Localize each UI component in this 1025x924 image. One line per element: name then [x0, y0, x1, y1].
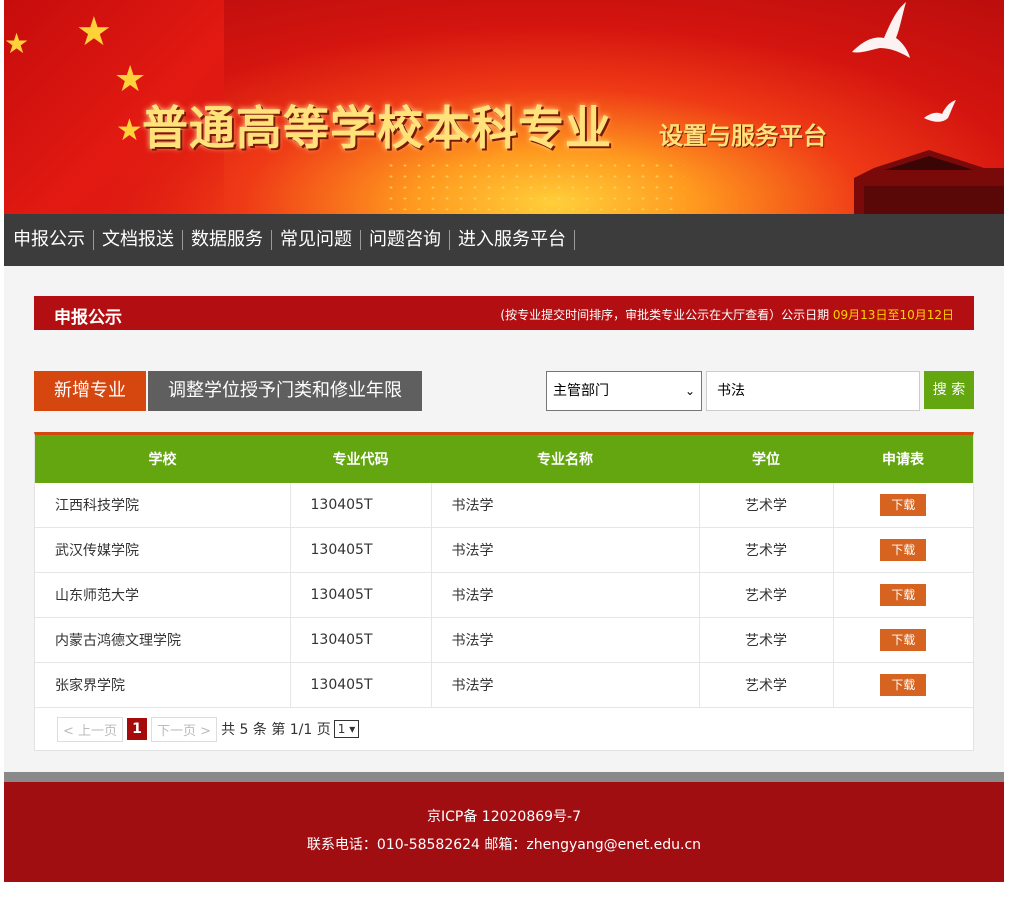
table-header-row: 学校 专业代码 专业名称 学位 申请表 [35, 435, 973, 483]
cell-school: 山东师范大学 [35, 572, 291, 618]
cell-degree: 艺术学 [699, 662, 834, 708]
cell-degree: 艺术学 [699, 483, 834, 528]
dove-icon [852, 2, 910, 58]
prev-page-button[interactable]: < 上一页 [57, 716, 124, 742]
cell-name: 书法学 [431, 572, 700, 618]
nav-item-announcement[interactable]: 申报公示 [4, 230, 94, 250]
page-select-value: 1 [337, 722, 346, 736]
cell-code: 130405T [290, 527, 432, 573]
star-icon: ★ [116, 113, 143, 148]
section-note-text: (按专业提交时间排序，审批类专业公示在大厅查看）公示日期 [500, 308, 833, 322]
cell-degree: 艺术学 [699, 527, 834, 573]
star-icon: ★ [4, 27, 30, 60]
chevron-down-icon: ⌄ [684, 384, 695, 398]
column-header-degree: 学位 [699, 435, 833, 483]
banner-subtitle: 设置与服务平台 [659, 122, 827, 150]
nav-item-faq[interactable]: 常见问题 [272, 230, 361, 250]
download-button[interactable]: 下载 [880, 584, 927, 606]
main-content: 申报公示 (按专业提交时间排序，审批类专业公示在大厅查看）公示日期 09月13日… [4, 266, 1004, 772]
section-title: 申报公示 [54, 308, 122, 328]
cell-school: 内蒙古鸿德文理学院 [35, 617, 291, 663]
main-nav: 申报公示 文档报送 数据服务 常见问题 问题咨询 进入服务平台 [4, 214, 1004, 266]
table-row: 内蒙古鸿德文理学院 130405T 书法学 艺术学 下载 [35, 617, 973, 663]
nav-item-data-service[interactable]: 数据服务 [183, 230, 272, 250]
next-page-button[interactable]: 下一页 > [151, 716, 218, 742]
section-header: 申报公示 (按专业提交时间排序，审批类专业公示在大厅查看）公示日期 09月13日… [34, 296, 974, 330]
cell-school: 武汉传媒学院 [35, 527, 291, 573]
download-button[interactable]: 下载 [880, 629, 927, 651]
table-row: 武汉传媒学院 130405T 书法学 艺术学 下载 [35, 527, 973, 573]
nav-item-document-submit[interactable]: 文档报送 [94, 230, 183, 250]
footer: 京ICP备 12020869号-7 联系电话：010-58582624 邮箱：z… [4, 782, 1004, 882]
current-page[interactable]: 1 [127, 718, 148, 740]
nav-item-service-platform[interactable]: 进入服务平台 [450, 230, 575, 250]
cell-name: 书法学 [431, 483, 700, 528]
sparkle-pattern [384, 160, 684, 210]
column-header-name: 专业名称 [431, 435, 699, 483]
dove-icon [924, 100, 956, 122]
page-select[interactable]: 1 ▾ [333, 720, 360, 738]
star-icon: ★ [76, 9, 112, 55]
section-note: (按专业提交时间排序，审批类专业公示在大厅查看）公示日期 09月13日至10月1… [500, 306, 954, 323]
download-button[interactable]: 下载 [880, 674, 927, 696]
cell-name: 书法学 [431, 662, 700, 708]
column-header-form: 申请表 [833, 435, 973, 483]
footer-divider [4, 772, 1004, 782]
cell-action: 下载 [833, 483, 973, 528]
banner-title: 普通高等学校本科专业 [142, 101, 612, 155]
cell-school: 江西科技学院 [35, 483, 291, 528]
contact-info: 联系电话：010-58582624 邮箱：zhengyang@enet.edu.… [306, 837, 702, 853]
search-button[interactable]: 搜 索 [924, 371, 974, 409]
tiananmen-gate-image [854, 150, 1004, 214]
cell-action: 下载 [833, 572, 973, 618]
dept-select-value: 主管部门 [553, 383, 609, 399]
table-row: 山东师范大学 130405T 书法学 艺术学 下载 [35, 572, 973, 618]
cell-name: 书法学 [431, 527, 700, 573]
cell-school: 张家界学院 [35, 662, 291, 708]
pagination: < 上一页 1 下一页 > 共 5 条 第 1/1 页 1 ▾ [35, 708, 973, 750]
download-button[interactable]: 下载 [880, 539, 927, 561]
page-summary: 共 5 条 第 1/1 页 [221, 722, 331, 738]
cell-degree: 艺术学 [699, 617, 834, 663]
cell-code: 130405T [290, 483, 432, 528]
cell-action: 下载 [833, 662, 973, 708]
chevron-down-icon: ▾ [349, 722, 356, 736]
cell-action: 下载 [833, 617, 973, 663]
tab-new-major[interactable]: 新增专业 [34, 371, 146, 411]
search-input[interactable]: 书法 [706, 371, 920, 411]
announcement-date: 09月13日至10月12日 [832, 308, 954, 322]
announcement-table: 学校 专业代码 专业名称 学位 申请表 江西科技学院 130405T 书法学 艺… [34, 432, 974, 751]
cell-code: 130405T [290, 617, 432, 663]
dept-select[interactable]: 主管部门 ⌄ [546, 371, 702, 411]
column-header-school: 学校 [35, 435, 290, 483]
table-row: 江西科技学院 130405T 书法学 艺术学 下载 [35, 483, 973, 528]
tab-adjust-degree[interactable]: 调整学位授予门类和修业年限 [148, 371, 422, 411]
column-header-code: 专业代码 [290, 435, 431, 483]
cell-action: 下载 [833, 527, 973, 573]
cell-code: 130405T [290, 662, 432, 708]
header-banner: ★ ★ ★ ★ 普通高等学校本科专业 设置与服务平台 [4, 0, 1004, 214]
nav-item-consult[interactable]: 问题咨询 [361, 230, 450, 250]
icp-record: 京ICP备 12020869号-7 [426, 809, 581, 825]
cell-name: 书法学 [431, 617, 700, 663]
table-row: 张家界学院 130405T 书法学 艺术学 下载 [35, 662, 973, 708]
download-button[interactable]: 下载 [880, 494, 927, 516]
cell-degree: 艺术学 [699, 572, 834, 618]
cell-code: 130405T [290, 572, 432, 618]
